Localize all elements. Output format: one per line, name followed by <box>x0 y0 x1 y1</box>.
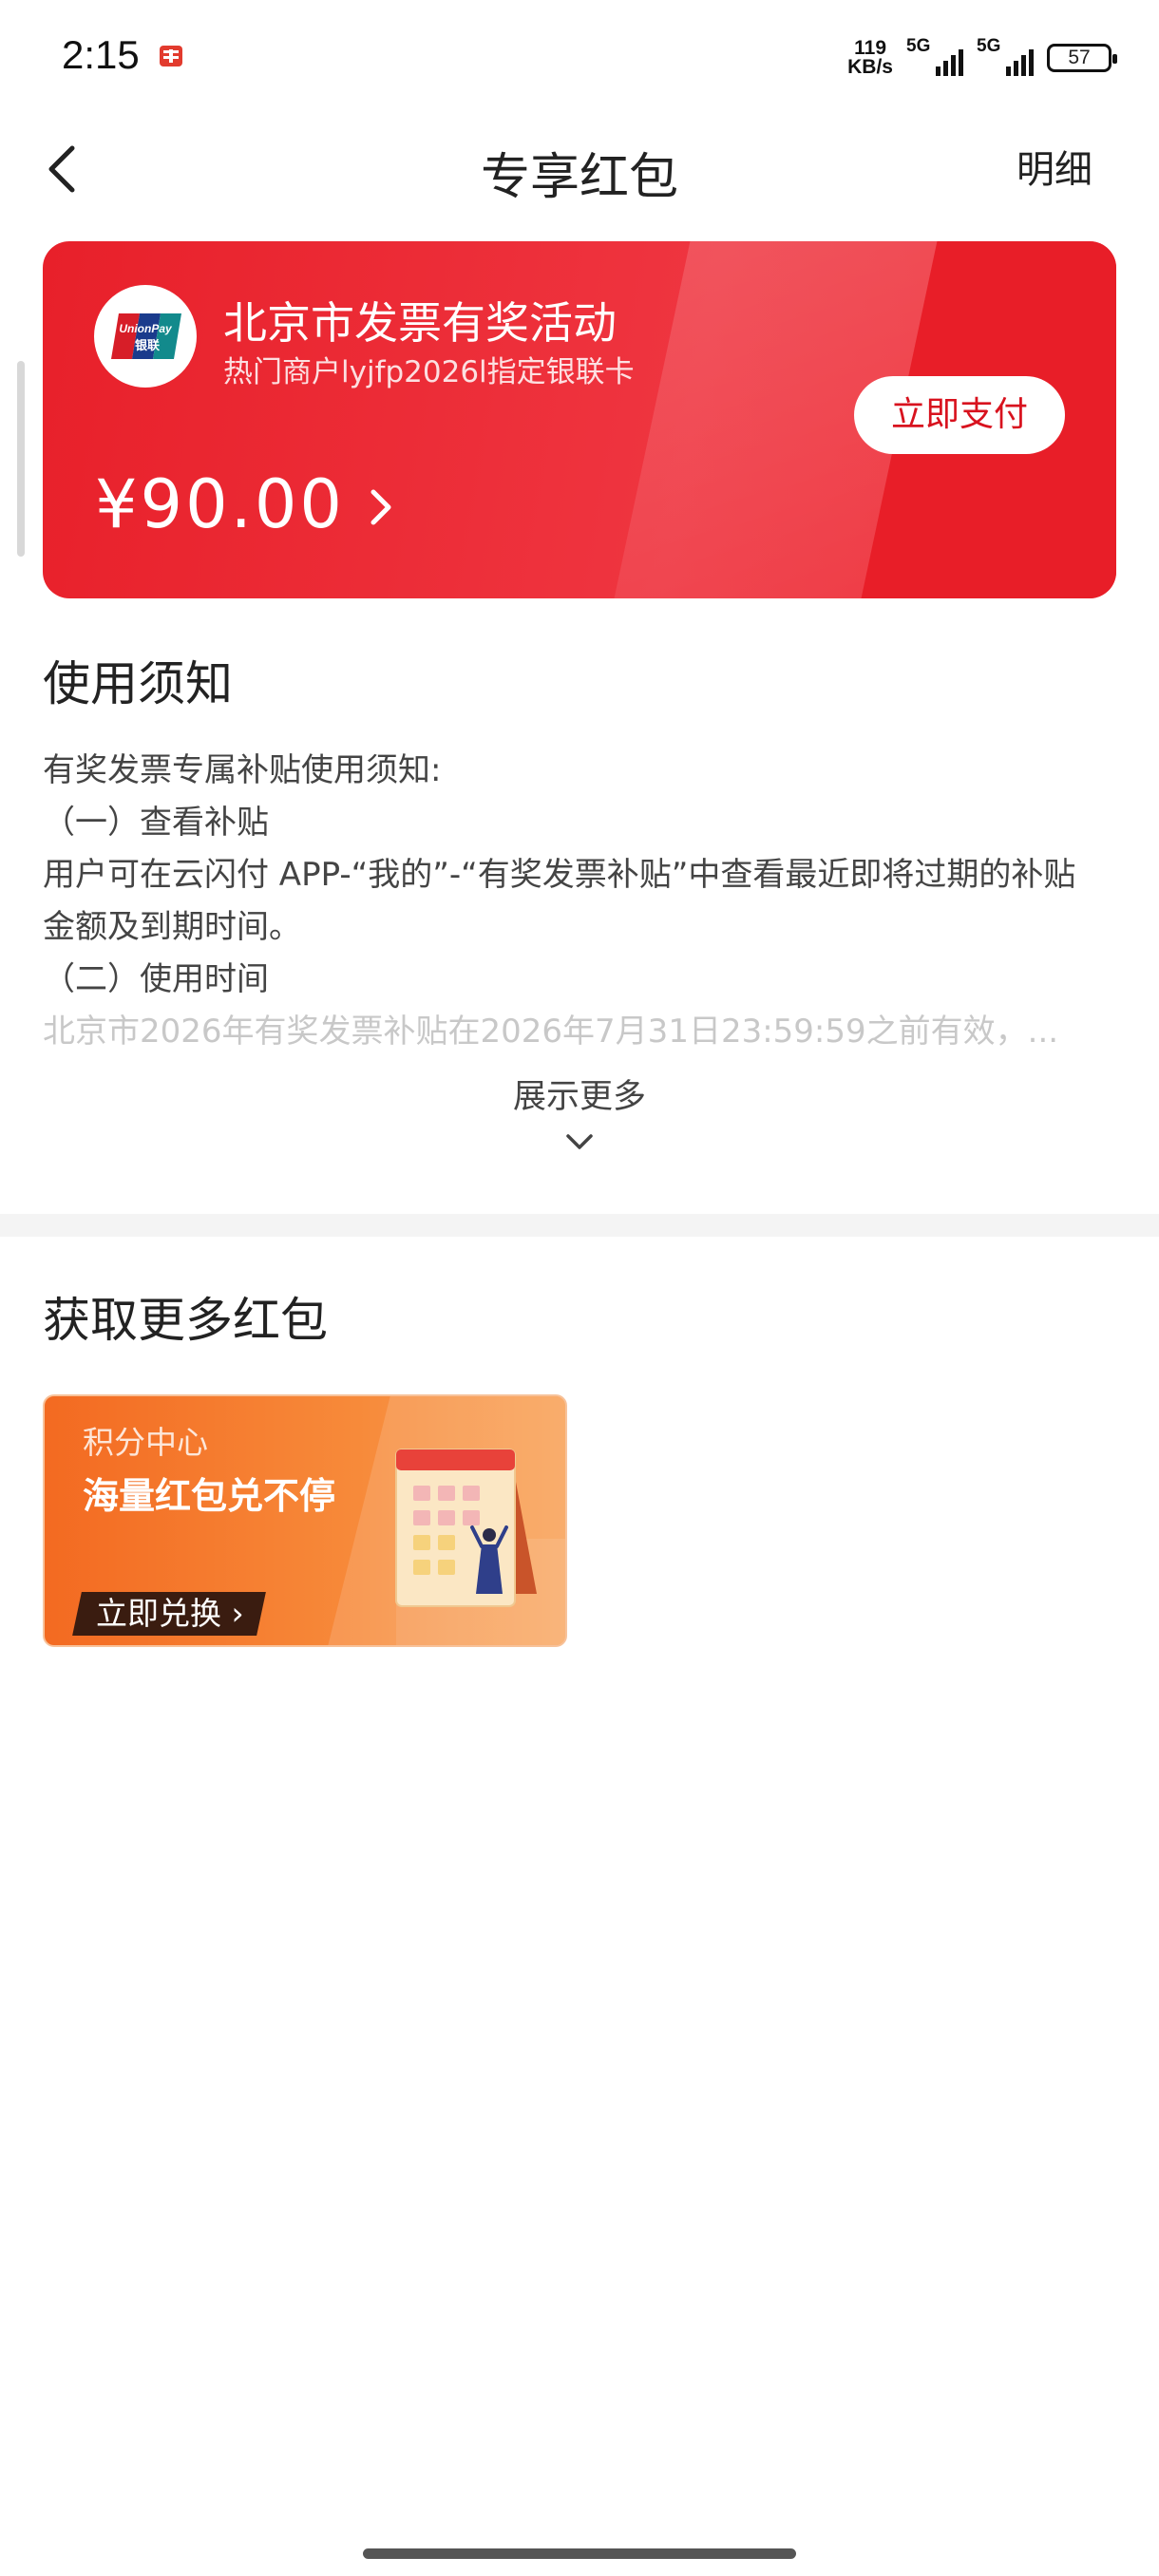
coupon-amount[interactable]: ¥90.00 <box>95 465 345 543</box>
signal-5g-label: 5G <box>906 36 931 56</box>
notice-line: 有奖发票专属补贴使用须知: <box>43 751 442 789</box>
more-redpackets-heading: 获取更多红包 <box>43 1293 328 1348</box>
battery-icon: 57 <box>1047 44 1117 72</box>
coupon-title: 北京市发票有奖活动 <box>223 297 617 349</box>
page: 2:15 119 KB/s 5G 5G 57 专享红包 明细 UnionPay … <box>0 0 1159 2576</box>
notice-body: 有奖发票专属补贴使用须知: （一）查看补贴 用户可在云闪付 APP-“我的”-“… <box>43 745 1116 1058</box>
detail-link[interactable]: 明细 <box>1016 139 1092 194</box>
signal-5g-label-2: 5G <box>977 36 1001 56</box>
signal-icon-2: 5G <box>977 36 1034 78</box>
coupon-card[interactable]: UnionPay 银联 北京市发票有奖活动 热门商户lyjfp2026l指定银联… <box>43 241 1116 598</box>
nav-bar: 专享红包 明细 <box>0 123 1159 215</box>
exchange-now-button[interactable]: 立即兑换 › <box>72 1592 266 1636</box>
status-indicators: 119 KB/s 5G 5G 57 <box>847 34 1117 82</box>
notice-heading: 使用须知 <box>43 656 233 711</box>
section-divider <box>0 1214 1159 1237</box>
points-center-card[interactable]: 积分中心 海量红包兑不停 立即兑换 › <box>43 1394 567 1647</box>
network-speed: 119 KB/s <box>847 37 893 78</box>
network-speed-value: 119 <box>854 37 887 59</box>
points-center-title: 海量红包兑不停 <box>83 1475 336 1517</box>
exchange-now-label: 立即兑换 › <box>96 1595 244 1632</box>
page-title: 专享红包 <box>480 149 678 206</box>
signal-icon: 5G <box>906 36 963 78</box>
notice-line: 用户可在云闪付 APP-“我的”-“有奖发票补贴”中查看最近即将过期的补贴 <box>43 856 1076 894</box>
unionpay-logo-icon: UnionPay 银联 <box>111 313 181 359</box>
scroll-indicator <box>17 361 25 557</box>
app-notification-icon <box>160 46 182 66</box>
notice-line: （二）使用时间 <box>43 960 269 998</box>
battery-level: 57 <box>1068 47 1091 68</box>
notice-line: 金额及到期时间。 <box>43 908 301 946</box>
show-more-button[interactable]: 展示更多 <box>0 1070 1159 1118</box>
coupon-subtitle: 热门商户lyjfp2026l指定银联卡 <box>223 355 635 389</box>
chevron-right-icon[interactable] <box>362 479 400 536</box>
calendar-illustration-icon <box>395 1449 537 1607</box>
network-speed-unit: KB/s <box>847 56 893 78</box>
pay-now-button[interactable]: 立即支付 <box>854 376 1065 454</box>
unionpay-logo: UnionPay 银联 <box>94 285 197 388</box>
unionpay-logo-cn-text: 银联 <box>135 338 160 353</box>
status-time: 2:15 <box>62 32 140 77</box>
unionpay-logo-text: UnionPay <box>119 322 173 335</box>
home-indicator[interactable] <box>363 2548 796 2559</box>
notice-line-faded: 北京市2026年有奖发票补贴在2026年7月31日23:59:59之前有效，..… <box>43 1013 1059 1051</box>
points-center-label: 积分中心 <box>83 1424 208 1461</box>
notice-line: （一）查看补贴 <box>43 804 269 842</box>
status-bar: 2:15 119 KB/s 5G 5G 57 <box>0 0 1159 114</box>
chevron-down-icon[interactable] <box>562 1128 597 1155</box>
